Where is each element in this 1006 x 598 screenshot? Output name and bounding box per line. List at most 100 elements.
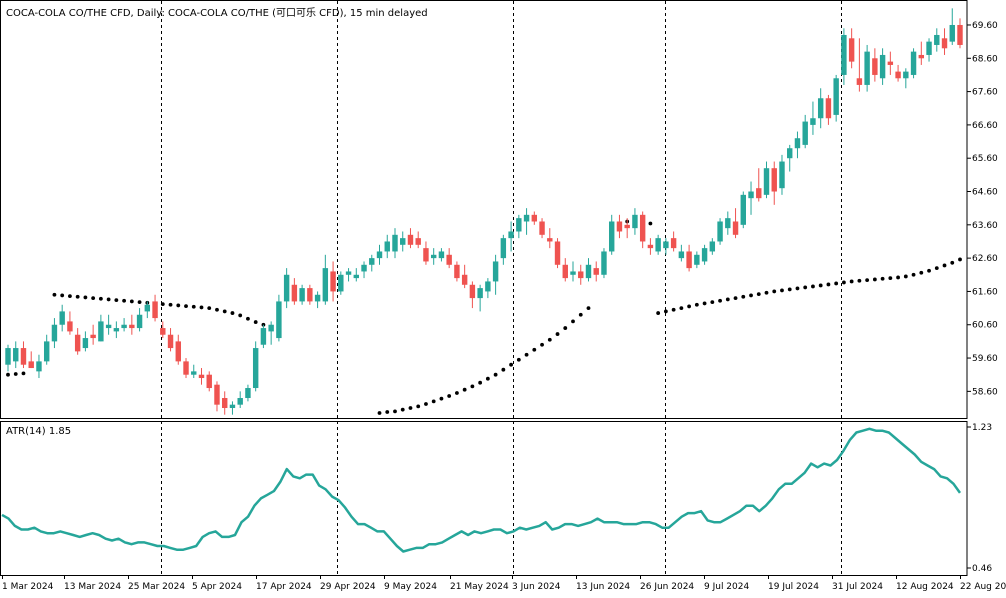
sar-dot <box>106 297 111 302</box>
sar-dot <box>857 278 862 283</box>
candle-up <box>802 114 808 149</box>
candle-up <box>500 234 507 265</box>
candle-body <box>841 34 847 75</box>
candle-down <box>469 281 476 309</box>
candle-body <box>779 161 785 189</box>
candle-body <box>756 188 762 199</box>
candle-body <box>82 338 89 349</box>
candle-body <box>361 264 367 272</box>
candle-down <box>647 238 654 255</box>
candle-body <box>98 321 104 342</box>
candle-down <box>307 284 313 305</box>
date-tick-label: 5 Apr 2024 <box>192 582 242 592</box>
sar-dot <box>160 302 165 306</box>
sar-dot <box>532 347 537 352</box>
candle-body <box>632 214 638 229</box>
candle-body <box>957 24 963 45</box>
sar-dot <box>377 411 382 415</box>
candle-body <box>508 231 514 239</box>
candlesticks <box>5 8 963 415</box>
candle-body <box>539 221 545 235</box>
candle-up <box>817 88 824 129</box>
candle-down <box>423 241 429 265</box>
candle-down <box>461 264 468 289</box>
atr-line <box>1 427 962 553</box>
candle-down <box>895 64 901 82</box>
candle-up <box>717 218 723 245</box>
candle-body <box>562 264 568 279</box>
sar-dot <box>694 302 699 307</box>
candle-down <box>771 161 777 205</box>
atr-tick-label: 1.23 <box>972 423 992 433</box>
sar-dot <box>485 376 490 381</box>
candle-up <box>585 258 592 282</box>
candle-down <box>175 334 181 365</box>
candle-body <box>276 301 282 339</box>
sar-dot <box>888 276 893 281</box>
candle-body <box>454 264 460 279</box>
candle-down <box>578 264 584 285</box>
sar-dot <box>6 372 10 377</box>
candle-down <box>531 211 538 225</box>
candle-down <box>616 214 623 239</box>
sar-dot <box>246 316 250 321</box>
candle-body <box>531 214 538 222</box>
candle-up <box>36 354 42 379</box>
price-axis: 69.60 68.60 67.60 66.60 65.60 64.60 63.60 62.60… <box>967 21 998 397</box>
sar-dot <box>137 300 142 304</box>
candle-down <box>756 168 762 202</box>
candle-body <box>198 374 205 379</box>
sar-dot <box>199 305 204 310</box>
sar-dot <box>60 293 65 298</box>
price-tick-label: 67.60 <box>972 88 998 98</box>
candle-down <box>554 238 561 269</box>
candle-up <box>709 238 716 255</box>
candle-up <box>322 254 329 305</box>
candle-body <box>601 251 607 275</box>
candle-body <box>895 71 901 79</box>
candle-up <box>903 68 909 89</box>
candle-body <box>748 191 754 199</box>
date-tick-label: 12 Aug 2024 <box>896 582 954 592</box>
candle-up <box>516 214 522 239</box>
sar-dot <box>679 306 684 310</box>
candle-up <box>910 48 917 79</box>
candle-up <box>268 321 274 345</box>
sar-dot <box>865 278 870 283</box>
candle-body <box>214 384 220 405</box>
vertical-gridlines <box>161 1 842 575</box>
candle-down <box>547 228 553 249</box>
price-panel-frame <box>0 0 968 419</box>
candle-body <box>322 268 329 302</box>
sar-dot <box>795 286 800 291</box>
sar-dot <box>934 266 939 271</box>
candle-down <box>129 314 135 335</box>
sar-dot <box>98 296 103 301</box>
sar-dot <box>68 294 72 298</box>
candle-body <box>222 398 228 409</box>
sar-dot <box>880 276 885 281</box>
candle-up <box>245 384 251 402</box>
sar-dot <box>168 302 173 307</box>
candle-down <box>454 261 460 282</box>
candle-down <box>732 208 739 239</box>
sar-dot <box>919 270 924 275</box>
sar-dot <box>780 288 784 293</box>
candle-up <box>384 234 390 259</box>
candle-body <box>183 361 189 375</box>
candle-body <box>28 361 34 369</box>
sar-dot <box>540 342 544 347</box>
candle-body <box>864 51 870 85</box>
candle-down <box>20 341 27 369</box>
candle-body <box>833 78 839 115</box>
panel-frames <box>0 0 968 576</box>
candle-body <box>570 271 576 275</box>
candle-up <box>508 221 514 252</box>
candle-up <box>485 278 491 299</box>
candle-down <box>167 328 174 352</box>
candle-body <box>129 324 135 329</box>
sar-dot <box>547 337 552 342</box>
price-tick-label: 62.60 <box>972 254 998 264</box>
sar-dot <box>75 294 80 299</box>
sar-dot <box>21 371 26 376</box>
